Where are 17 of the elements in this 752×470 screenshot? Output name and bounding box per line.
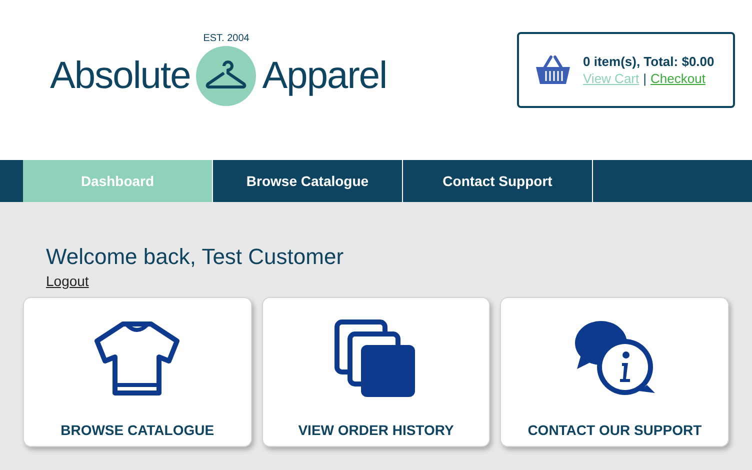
separator: | (643, 70, 647, 87)
logout-link[interactable]: Logout (46, 272, 89, 290)
logo-text: Apparel (262, 57, 387, 95)
card-label: CONTACT OUR SUPPORT (528, 421, 702, 440)
welcome-heading: Welcome back, Test Customer (46, 244, 345, 270)
hanger-logo-icon (196, 46, 256, 106)
card-label: BROWSE CATALOGUE (60, 421, 214, 440)
dashboard-card[interactable]: CONTACT OUR SUPPORT (500, 297, 730, 447)
stacked-pages-icon (334, 319, 418, 399)
basket-icon (535, 55, 571, 85)
dashboard-card[interactable]: BROWSE CATALOGUE (23, 297, 252, 447)
logo-text: Absolute (50, 57, 190, 95)
card-label: VIEW ORDER HISTORY (298, 421, 454, 440)
dashboard-card[interactable]: VIEW ORDER HISTORY (262, 297, 490, 447)
logo-tagline: EST. 2004 (203, 34, 250, 44)
cart-summary: 0 item(s), Total: $0.00 (583, 53, 714, 70)
tshirt-icon (93, 321, 182, 397)
